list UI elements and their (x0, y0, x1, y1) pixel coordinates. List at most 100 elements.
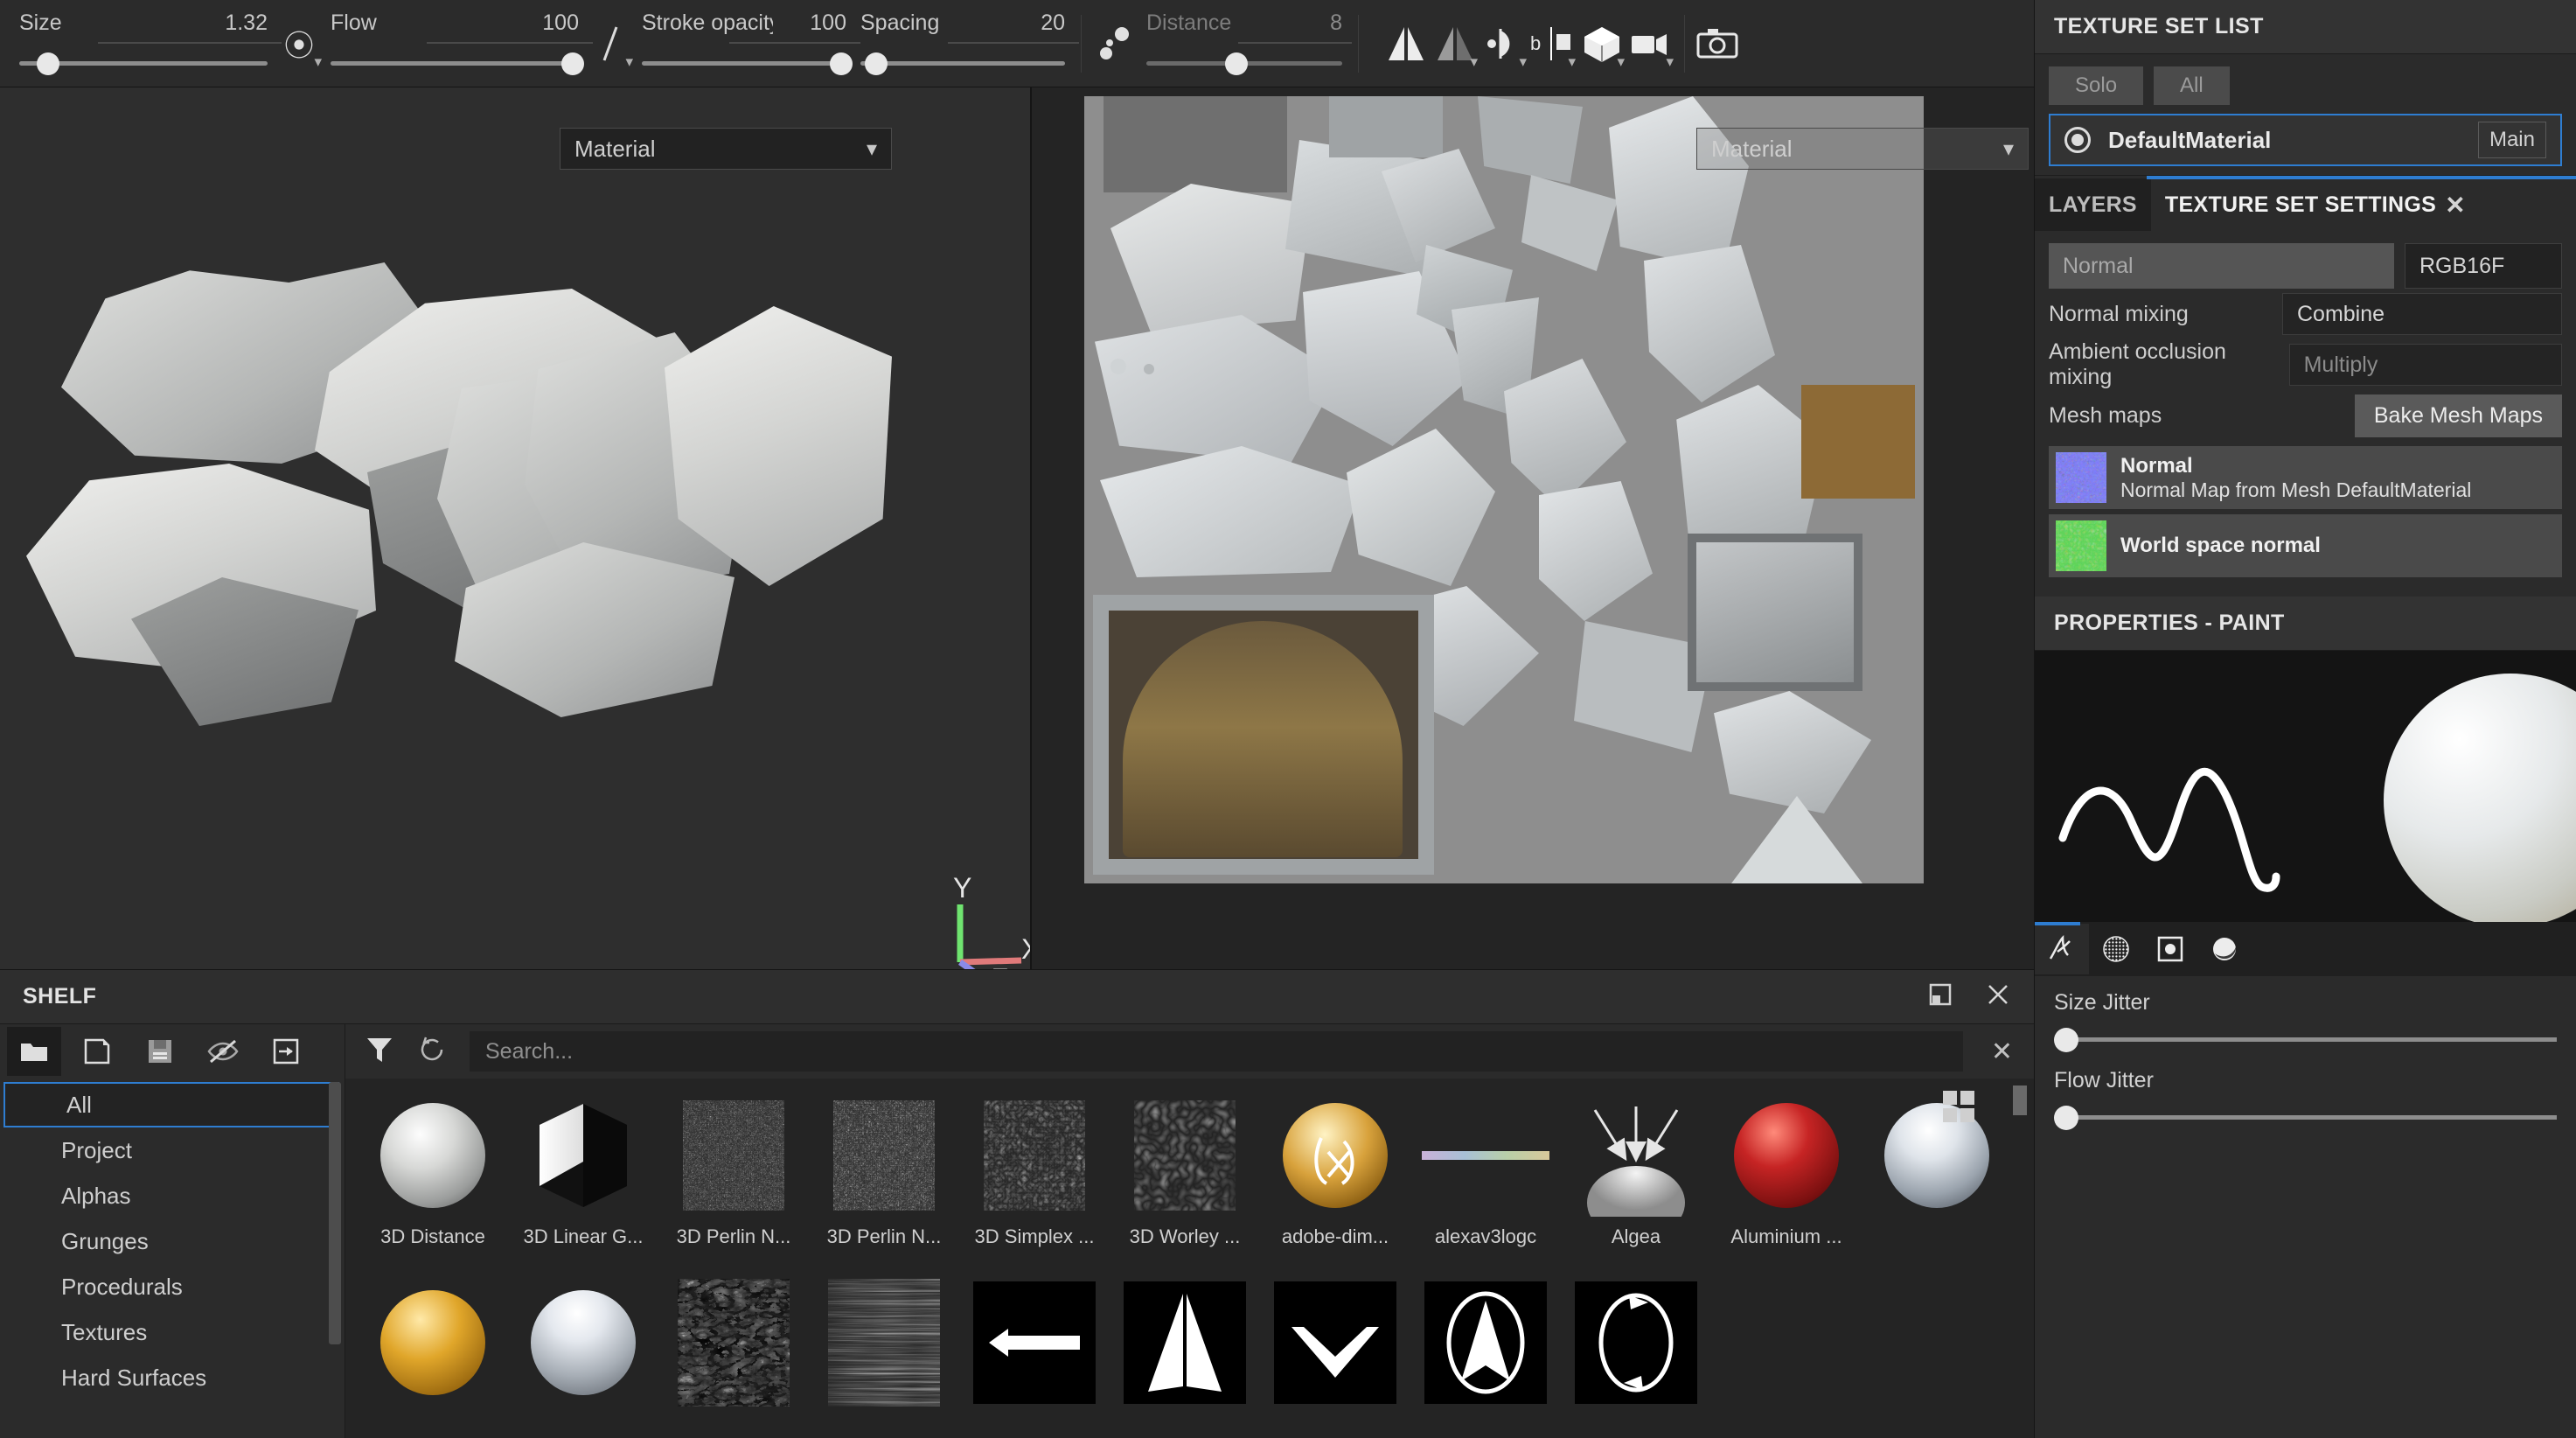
cube-projection-icon[interactable]: ▾ (1577, 17, 1626, 71)
param-stroke-opacity-value[interactable]: 100 (810, 10, 846, 36)
uv-canvas[interactable] (1084, 96, 1924, 883)
folder-icon[interactable] (7, 1027, 61, 1076)
shelf-item[interactable]: 3D Distance (358, 1091, 508, 1278)
brush-preview (2035, 651, 2576, 922)
shelf-category-all[interactable]: All (3, 1082, 339, 1127)
viewport-3d-shader-dropdown[interactable]: Material ▾ (560, 128, 892, 170)
ao-mixing-dropdown[interactable]: Multiply (2288, 344, 2562, 386)
tab-label: LAYERS (2049, 192, 2137, 217)
viewport-3d-canvas[interactable] (0, 87, 1030, 969)
shelf-grid-scrollbar[interactable] (2013, 1085, 2027, 1115)
close-icon[interactable]: ✕ (2445, 191, 2466, 220)
size-jitter-slider[interactable] (2054, 1028, 2557, 1052)
texture-set-row-defaultmaterial[interactable]: DefaultMaterial Main (2049, 114, 2562, 166)
flow-pressure-icon[interactable]: ▾ (586, 17, 635, 71)
symmetry-plane-icon[interactable]: ▾ (1431, 17, 1479, 71)
shelf-item-thumb (1722, 1091, 1851, 1220)
import-icon[interactable] (259, 1027, 313, 1076)
shelf-item[interactable] (358, 1278, 508, 1438)
camera-video-icon[interactable]: ▾ (1626, 17, 1675, 71)
shelf-item[interactable]: Algea (1561, 1091, 1711, 1278)
scatter-icon[interactable] (1090, 17, 1139, 71)
shelf-category-procedurals[interactable]: Procedurals (0, 1264, 345, 1309)
mesh-map-world-space-normal[interactable]: World space normal (2049, 514, 2562, 577)
brush-size-pressure-icon[interactable]: ⦿ ▾ (275, 17, 324, 71)
texture-set-settings-body: Normal RGB16F Normal mixing Combine Ambi… (2035, 231, 2576, 590)
bake-mesh-maps-button[interactable]: Bake Mesh Maps (2354, 394, 2562, 437)
shelf-item[interactable]: Aluminium ... (1711, 1091, 1862, 1278)
brush-stroke-icon[interactable] (2035, 924, 2089, 974)
shelf-item[interactable] (1561, 1278, 1711, 1438)
shelf-category-hard-surfaces[interactable]: Hard Surfaces (0, 1355, 345, 1400)
shelf-item[interactable] (1110, 1278, 1260, 1438)
material-sphere-icon[interactable] (2197, 924, 2252, 974)
mesh-map-normal[interactable]: Normal Normal Map from Mesh DefaultMater… (2049, 446, 2562, 509)
close-icon[interactable] (1985, 981, 2011, 1012)
grain-icon[interactable] (2089, 924, 2143, 974)
shelf-item[interactable] (809, 1278, 959, 1438)
restore-icon[interactable] (1927, 981, 1953, 1012)
stencil-icon[interactable] (2143, 924, 2197, 974)
flow-jitter-slider[interactable] (2054, 1106, 2557, 1130)
shelf-item[interactable] (959, 1278, 1110, 1438)
shelf-item[interactable]: 3D Perlin N... (658, 1091, 809, 1278)
tab-texture-set-settings[interactable]: TEXTURE SET SETTINGS ✕ (2151, 178, 2480, 231)
tab-layers[interactable]: LAYERS (2035, 178, 2151, 231)
save-icon[interactable] (133, 1027, 187, 1076)
viewport-3d-shader-value: Material (574, 135, 656, 162)
shelf-item-thumb (1271, 1278, 1400, 1407)
shelf-item[interactable] (1410, 1278, 1561, 1438)
param-spacing-value[interactable]: 20 (1041, 10, 1065, 36)
param-flow-slider[interactable] (331, 51, 585, 77)
shelf-item[interactable]: 3D Worley ... (1110, 1091, 1260, 1278)
shelf-category-project[interactable]: Project (0, 1127, 345, 1173)
grid-view-icon[interactable] (1939, 1087, 1981, 1126)
param-stroke-opacity[interactable]: Stroke opacity 100 (635, 0, 860, 87)
param-size[interactable]: Size 1.32 (12, 0, 282, 87)
new-file-icon[interactable] (70, 1027, 124, 1076)
channel-name-field[interactable]: Normal (2049, 243, 2394, 289)
shelf-item[interactable] (1260, 1278, 1410, 1438)
hide-icon[interactable] (196, 1027, 250, 1076)
param-size-value[interactable]: 1.32 (225, 10, 268, 36)
shelf-item-thumb (970, 1278, 1099, 1407)
mirror-brush-icon[interactable]: ▾ (1479, 17, 1528, 71)
refresh-icon[interactable] (417, 1035, 447, 1069)
solo-button[interactable]: Solo (2049, 66, 2144, 105)
param-distance-value[interactable]: 8 (1330, 10, 1342, 36)
viewport-2d-shader-dropdown[interactable]: Material ▾ (1696, 128, 2029, 170)
param-distance[interactable]: Distance 8 (1139, 0, 1352, 87)
texture-set-tag[interactable]: Main (2477, 122, 2546, 158)
shelf-item[interactable] (508, 1278, 658, 1438)
clear-icon[interactable]: ✕ (1986, 1037, 2018, 1067)
shelf-item[interactable]: 3D Linear G... (508, 1091, 658, 1278)
shelf-item[interactable]: 3D Perlin N... (809, 1091, 959, 1278)
symmetry-icon[interactable] (1382, 17, 1431, 71)
visibility-radio-icon[interactable] (2064, 127, 2091, 153)
split-view-icon[interactable]: b ▾ (1528, 17, 1577, 71)
param-spacing[interactable]: Spacing 20 (853, 0, 1079, 87)
shelf-item[interactable] (1862, 1091, 2012, 1278)
filter-icon[interactable] (365, 1035, 394, 1069)
all-button[interactable]: All (2154, 66, 2230, 105)
shelf-item[interactable]: 3D Simplex ... (959, 1091, 1110, 1278)
screenshot-camera-icon[interactable] (1694, 17, 1743, 71)
channel-format-field[interactable]: RGB16F (2405, 243, 2562, 289)
param-flow-value[interactable]: 100 (542, 10, 579, 36)
viewport-3d[interactable]: Material ▾ Y X Z (0, 87, 1032, 969)
shelf-category-grunges[interactable]: Grunges (0, 1218, 345, 1264)
shelf-item[interactable] (658, 1278, 809, 1438)
shelf-search-input[interactable]: Search... (470, 1031, 1963, 1072)
param-distance-slider[interactable] (1146, 51, 1342, 77)
shelf-category-scrollbar[interactable] (329, 1082, 341, 1344)
shelf-item[interactable]: alexav3logc (1410, 1091, 1561, 1278)
param-spacing-slider[interactable] (860, 51, 1065, 77)
normal-mixing-dropdown[interactable]: Combine (2282, 293, 2562, 335)
shelf-category-textures[interactable]: Textures (0, 1309, 345, 1355)
param-flow[interactable]: Flow 100 (324, 0, 593, 87)
param-stroke-opacity-slider[interactable] (642, 51, 853, 77)
shelf-category-alphas[interactable]: Alphas (0, 1173, 345, 1218)
shelf-titlebar: SHELF (0, 970, 2034, 1024)
param-size-slider[interactable] (19, 51, 268, 77)
shelf-item[interactable]: adobe-dim... (1260, 1091, 1410, 1278)
